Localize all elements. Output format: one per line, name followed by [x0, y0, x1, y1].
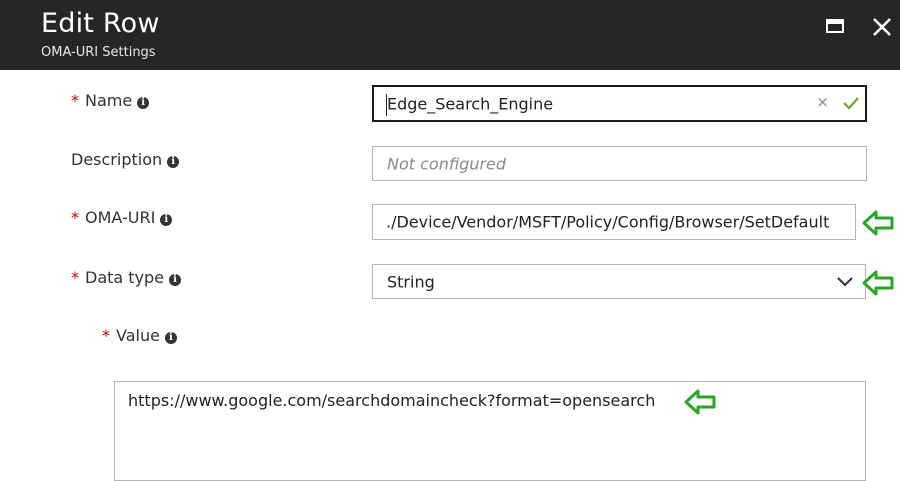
value-label: * Value i: [102, 326, 177, 345]
annotation-arrow-icon: [862, 270, 894, 296]
name-label: * Name i: [71, 91, 150, 110]
maximize-icon: [826, 19, 844, 33]
required-marker: *: [71, 268, 79, 287]
info-icon[interactable]: i: [160, 214, 173, 226]
description-placeholder: Not configured: [387, 154, 507, 173]
blade-header: Edit Row OMA-URI Settings: [0, 0, 900, 70]
required-marker: *: [71, 91, 79, 110]
description-label: Description i: [71, 150, 180, 169]
page-title: Edit Row: [41, 8, 160, 39]
oma-uri-label: * OMA-URI i: [71, 208, 173, 227]
data-type-dropdown[interactable]: String: [372, 264, 866, 299]
info-icon[interactable]: i: [167, 156, 180, 168]
name-input[interactable]: Edge_Search_Engine ×: [372, 85, 867, 122]
close-button[interactable]: [869, 14, 897, 42]
description-input[interactable]: Not configured: [372, 146, 867, 181]
info-icon[interactable]: i: [169, 274, 182, 286]
data-type-label: * Data type i: [71, 268, 182, 287]
page-subtitle: OMA-URI Settings: [41, 45, 156, 60]
checkmark-icon: [843, 97, 859, 110]
value-textarea[interactable]: https://www.google.com/searchdomaincheck…: [114, 381, 866, 481]
oma-uri-input[interactable]: ./Device/Vendor/MSFT/Policy/Config/Brows…: [372, 204, 856, 240]
value-text: https://www.google.com/searchdomaincheck…: [128, 391, 656, 410]
oma-uri-value: ./Device/Vendor/MSFT/Policy/Config/Brows…: [386, 212, 830, 232]
required-marker: *: [102, 326, 110, 345]
data-type-value: String: [387, 272, 435, 291]
maximize-button[interactable]: [822, 14, 850, 42]
info-icon[interactable]: i: [137, 97, 150, 109]
annotation-arrow-icon: [862, 210, 894, 236]
info-icon[interactable]: i: [164, 332, 177, 344]
close-icon: [873, 18, 891, 36]
clear-icon[interactable]: ×: [816, 93, 829, 111]
chevron-down-icon: [837, 277, 853, 287]
required-marker: *: [71, 208, 79, 227]
annotation-arrow-icon: [684, 389, 716, 415]
name-input-value: Edge_Search_Engine: [387, 94, 554, 113]
